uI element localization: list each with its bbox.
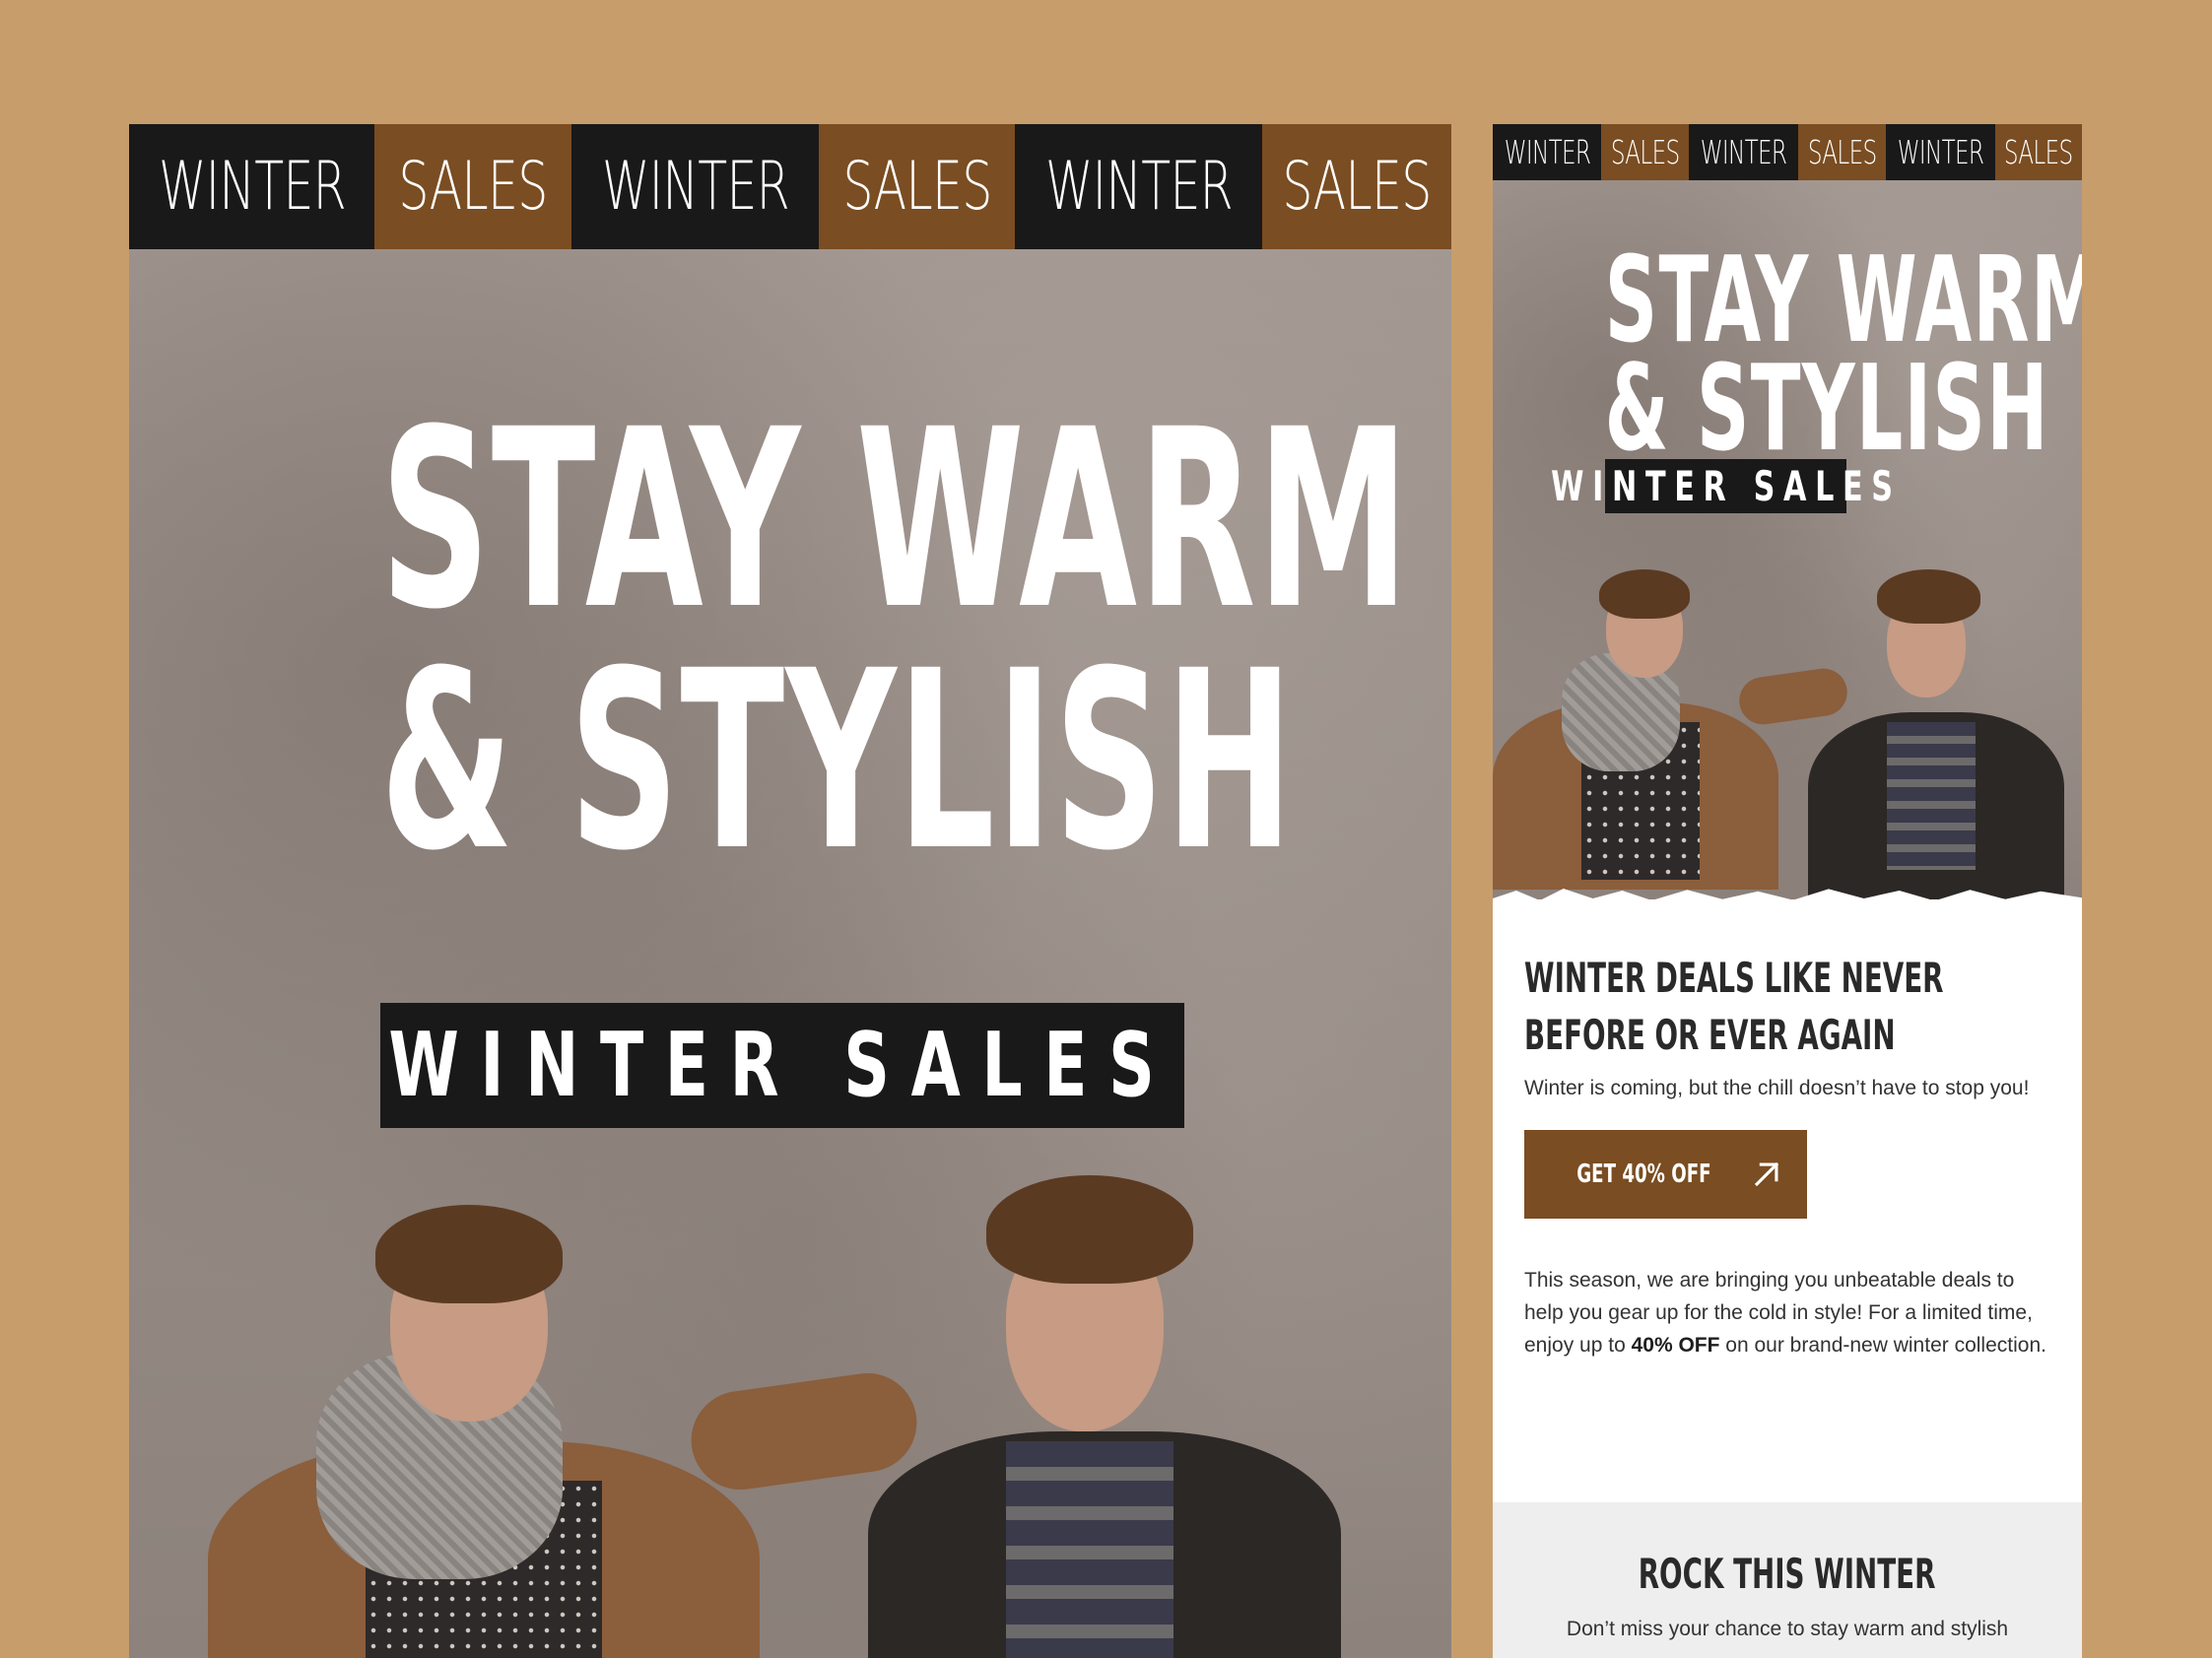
ticker-item: SALES xyxy=(819,124,1015,249)
model-left-illustration xyxy=(1493,555,1850,890)
deals-heading: WINTER DEALS LIKE NEVER BEFORE OR EVER A… xyxy=(1524,954,1944,1059)
discount-highlight: 40% OFF xyxy=(1631,1334,1720,1357)
ticker-item: SALES xyxy=(1798,124,1886,180)
hero-title-line-2: & STYLISH xyxy=(379,618,1295,904)
ticker-item: SALES xyxy=(374,124,571,249)
hero-image: STAY WARM & STYLISH WINTER SALES xyxy=(129,249,1451,1658)
hero-title-line-2: & STYLISH xyxy=(1604,341,2049,478)
model-right-illustration xyxy=(1798,564,2082,899)
hero-image: STAY WARM & STYLISH WINTER SALES xyxy=(1493,180,2082,899)
winter-sales-badge: WINTER SALES xyxy=(1551,459,1893,513)
ticker-item: SALES xyxy=(1601,124,1689,180)
ticker-item: WINTER xyxy=(129,124,374,249)
ticker-item: SALES xyxy=(1995,124,2082,180)
ticker-item: WINTER xyxy=(1886,124,1995,180)
get-discount-button[interactable]: GET 40% OFF xyxy=(1524,1130,1807,1219)
section-text: Don’t miss your chance to stay warm and … xyxy=(1566,1618,2009,1640)
ticker-banner: WINTER SALES WINTER SALES WINTER SALES xyxy=(1493,124,2082,180)
arrow-up-right-icon xyxy=(1754,1161,1779,1187)
winter-sales-badge: WINTER SALES xyxy=(380,1003,1184,1128)
ticker-item: SALES xyxy=(1262,124,1451,249)
rock-this-winter-section: ROCK THIS WINTER Don’t miss your chance … xyxy=(1493,1502,2082,1658)
mobile-email-preview: WINTER SALES WINTER SALES WINTER SALES S… xyxy=(1493,124,2082,1658)
desktop-email-preview: WINTER SALES WINTER SALES WINTER SALES S… xyxy=(129,124,1451,1658)
cta-label: GET 40% OFF xyxy=(1576,1160,1711,1189)
ticker-item: WINTER xyxy=(1493,124,1601,180)
ticker-item: WINTER xyxy=(571,124,819,249)
ticker-item: WINTER xyxy=(1015,124,1262,249)
model-right-illustration xyxy=(838,1136,1390,1658)
hero-title-line-1: STAY WARM xyxy=(379,376,1411,663)
model-left-illustration xyxy=(188,1156,923,1658)
section-heading: ROCK THIS WINTER xyxy=(1639,1550,1936,1598)
deals-subtext: Winter is coming, but the chill doesn’t … xyxy=(1524,1077,2030,1099)
promo-paragraph: This season, we are bringing you unbeata… xyxy=(1524,1269,2046,1357)
ticker-item: WINTER xyxy=(1689,124,1798,180)
email-body: WINTER DEALS LIKE NEVER BEFORE OR EVER A… xyxy=(1524,950,2056,1361)
ticker-banner: WINTER SALES WINTER SALES WINTER SALES xyxy=(129,124,1451,249)
